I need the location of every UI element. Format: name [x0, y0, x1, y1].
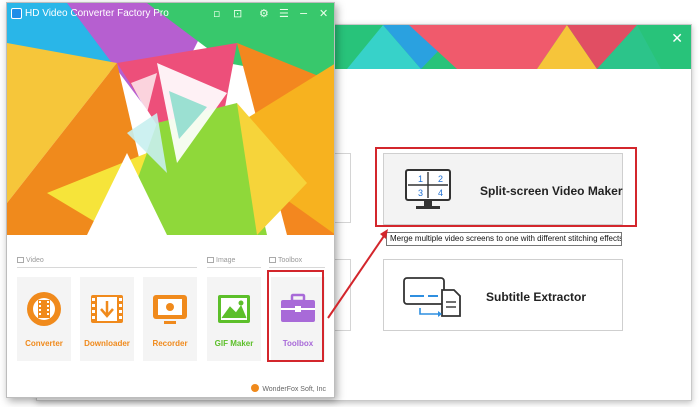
minimize-icon[interactable]: − — [299, 7, 308, 20]
downloader-icon — [91, 295, 123, 323]
section-image-line — [207, 267, 261, 268]
section-video-line — [17, 267, 197, 268]
app-title: HD Video Converter Factory Pro — [25, 8, 169, 19]
register-icon[interactable]: ⊡ — [233, 7, 242, 20]
subtitle-extractor-label: Subtitle Extractor — [486, 290, 587, 304]
hero-banner — [7, 3, 334, 235]
screenshot-stage: ✕ 1 2 3 4 Split-screen Video Maker Subti… — [0, 0, 700, 407]
downloader-button[interactable]: Downloader — [80, 277, 134, 361]
split-screen-tooltip: Merge multiple video screens to one with… — [386, 232, 622, 246]
image-section-icon — [207, 257, 214, 263]
titlebar[interactable]: HD Video Converter Factory Pro ▫ ⊡ ⚙ ☰ −… — [7, 3, 334, 25]
toolbox-highlight — [267, 270, 324, 362]
settings-icon[interactable]: ⚙ — [259, 7, 269, 20]
section-toolbox: Toolbox — [269, 257, 302, 264]
wonderfox-logo-icon — [251, 384, 260, 392]
gif-maker-icon — [218, 295, 250, 323]
subtitle-extractor-icon — [403, 277, 461, 317]
toolbox-close-icon[interactable]: ✕ — [671, 31, 683, 47]
gif-maker-button[interactable]: GIF Maker — [207, 277, 261, 361]
subtitle-extractor-card[interactable]: Subtitle Extractor — [383, 259, 623, 331]
section-video: Video — [17, 257, 44, 264]
footer-brand: WonderFox Soft, Inc — [251, 384, 326, 393]
recorder-label: Recorder — [152, 339, 188, 348]
recorder-icon — [153, 295, 187, 324]
shop-icon[interactable]: ▫ — [213, 7, 220, 20]
recorder-button[interactable]: Recorder — [143, 277, 197, 361]
section-toolbox-line — [269, 267, 325, 268]
menu-icon[interactable]: ☰ — [279, 7, 289, 20]
split-screen-highlight — [375, 147, 637, 227]
converter-label: Converter — [25, 339, 63, 348]
video-section-icon — [17, 257, 24, 263]
converter-icon — [27, 292, 61, 326]
section-image: Image — [207, 257, 235, 264]
gif-maker-label: GIF Maker — [214, 339, 254, 348]
toolbox-section-icon — [269, 257, 276, 263]
app-logo-icon — [11, 8, 22, 19]
close-icon[interactable]: ✕ — [319, 7, 328, 20]
downloader-label: Downloader — [84, 339, 130, 348]
converter-button[interactable]: Converter — [17, 277, 71, 361]
